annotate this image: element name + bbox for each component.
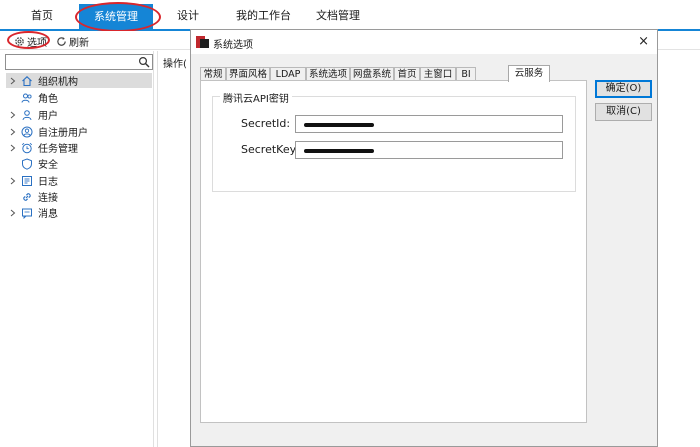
- tree-item-label: 用户: [38, 111, 58, 122]
- tree-item-label: 日志: [38, 177, 58, 188]
- tab-system-options[interactable]: 系统选项: [306, 67, 350, 81]
- system-options-dialog: 系统选项 × 常规 界面风格 LDAP 系统选项 网盘系统 首页 主窗口 BI …: [190, 29, 658, 447]
- group-title: 腾讯云API密钥: [220, 90, 292, 105]
- tab-ui-style[interactable]: 界面风格: [226, 67, 270, 81]
- close-icon[interactable]: ×: [638, 34, 649, 49]
- org-home-icon: [20, 74, 34, 88]
- tree-search-box: [5, 54, 153, 70]
- tab-bi[interactable]: BI: [456, 67, 476, 81]
- menu-item-my-workbench[interactable]: 我的工作台: [236, 7, 291, 23]
- tree-item-connection[interactable]: 连接: [6, 189, 152, 204]
- tree-item-security[interactable]: 安全: [6, 156, 152, 171]
- shield-icon: [20, 157, 34, 171]
- gear-icon: [15, 36, 24, 46]
- menu-item-system-management[interactable]: 系统管理: [79, 4, 153, 29]
- search-icon[interactable]: [138, 56, 150, 68]
- options-button[interactable]: 选项: [14, 34, 47, 49]
- tab-main-window[interactable]: 主窗口: [420, 67, 456, 81]
- tree-item-label: 组织机构: [38, 77, 78, 88]
- tree-search-input[interactable]: [6, 55, 134, 69]
- redaction-mark: [304, 149, 374, 153]
- app-window: 首页 系统管理 设计 我的工作台 文档管理 选项 刷新 组织机构 角色 用户 自…: [0, 0, 700, 447]
- dialog-titlebar[interactable]: 系统选项 ×: [191, 30, 657, 54]
- tree-item-label: 安全: [38, 160, 58, 171]
- chevron-right-icon[interactable]: [6, 177, 20, 185]
- chevron-right-icon[interactable]: [6, 144, 20, 152]
- tree-item-user[interactable]: 用户: [6, 107, 152, 122]
- tree-item-label: 角色: [38, 94, 58, 105]
- alarm-clock-icon: [20, 141, 34, 155]
- tab-cloud-service[interactable]: 云服务: [508, 65, 550, 82]
- redaction-mark: [304, 123, 374, 127]
- menu-item-design[interactable]: 设计: [177, 7, 199, 23]
- tree-item-log[interactable]: 日志: [6, 173, 152, 188]
- tree-item-self-register[interactable]: 自注册用户: [6, 124, 152, 139]
- tab-cloud-disk[interactable]: 网盘系统: [350, 67, 394, 81]
- refresh-icon: [57, 36, 66, 46]
- tab-homepage[interactable]: 首页: [394, 67, 420, 81]
- tree-item-task-management[interactable]: 任务管理: [6, 140, 152, 155]
- dialog-title: 系统选项: [213, 40, 253, 51]
- panel-divider: [157, 51, 158, 447]
- ok-button[interactable]: 确定(O): [595, 80, 652, 98]
- tree-item-label: 自注册用户: [38, 128, 88, 139]
- user-circle-icon: [20, 125, 34, 139]
- tencent-cloud-key-group: 腾讯云API密钥 SecretId: SecretKey:: [212, 90, 576, 192]
- left-tree-panel: 组织机构 角色 用户 自注册用户 任务管理 安全 日志 连接 消息: [0, 51, 154, 447]
- tree-item-role[interactable]: 角色: [6, 90, 152, 105]
- chevron-right-icon[interactable]: [6, 209, 20, 217]
- refresh-button-label: 刷新: [69, 37, 89, 49]
- tree-item-label: 消息: [38, 209, 58, 220]
- tree-item-label: 连接: [38, 193, 58, 204]
- menu-item-home[interactable]: 首页: [31, 7, 53, 23]
- role-users-icon: [20, 91, 34, 105]
- menu-item-document-management[interactable]: 文档管理: [316, 7, 360, 23]
- tree-item-org[interactable]: 组织机构: [6, 73, 152, 88]
- secret-id-label: SecretId:: [241, 117, 291, 130]
- log-icon: [20, 174, 34, 188]
- top-menu-bar: 首页 系统管理 设计 我的工作台 文档管理: [0, 0, 700, 31]
- secret-id-field[interactable]: [295, 115, 563, 133]
- tab-panel-cloud-service: 腾讯云API密钥 SecretId: SecretKey:: [200, 80, 587, 423]
- refresh-button[interactable]: 刷新: [56, 34, 89, 49]
- secret-key-label: SecretKey:: [241, 143, 300, 156]
- message-icon: [20, 206, 34, 220]
- operation-column-header: 操作(: [163, 59, 187, 70]
- app-logo-icon: [196, 36, 209, 48]
- tab-general[interactable]: 常规: [200, 67, 226, 81]
- user-icon: [20, 108, 34, 122]
- chevron-right-icon[interactable]: [6, 77, 20, 85]
- chevron-right-icon[interactable]: [6, 128, 20, 136]
- tree-item-message[interactable]: 消息: [6, 205, 152, 220]
- cancel-button[interactable]: 取消(C): [595, 103, 652, 121]
- link-icon: [20, 190, 34, 204]
- secret-key-field[interactable]: [295, 141, 563, 159]
- tree-item-label: 任务管理: [38, 144, 78, 155]
- tab-ldap[interactable]: LDAP: [270, 67, 306, 81]
- chevron-right-icon[interactable]: [6, 111, 20, 119]
- options-button-label: 选项: [27, 37, 47, 49]
